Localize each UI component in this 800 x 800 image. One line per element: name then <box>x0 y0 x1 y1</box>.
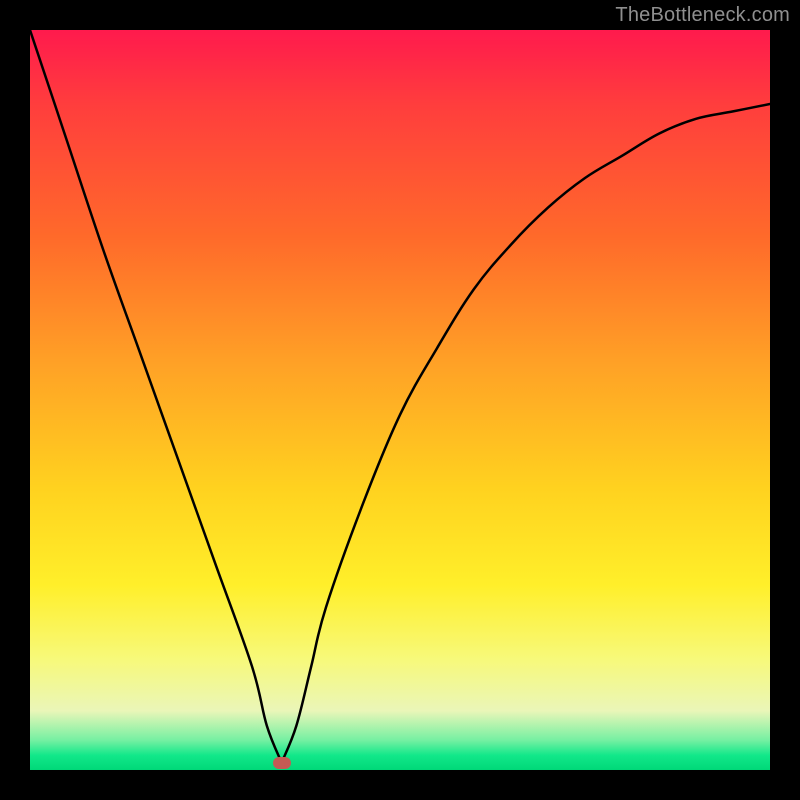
chart-frame: TheBottleneck.com <box>0 0 800 800</box>
optimal-point-marker <box>273 757 291 769</box>
watermark-label: TheBottleneck.com <box>615 4 790 27</box>
chart-plot-area <box>30 30 770 770</box>
bottleneck-curve <box>30 30 770 770</box>
